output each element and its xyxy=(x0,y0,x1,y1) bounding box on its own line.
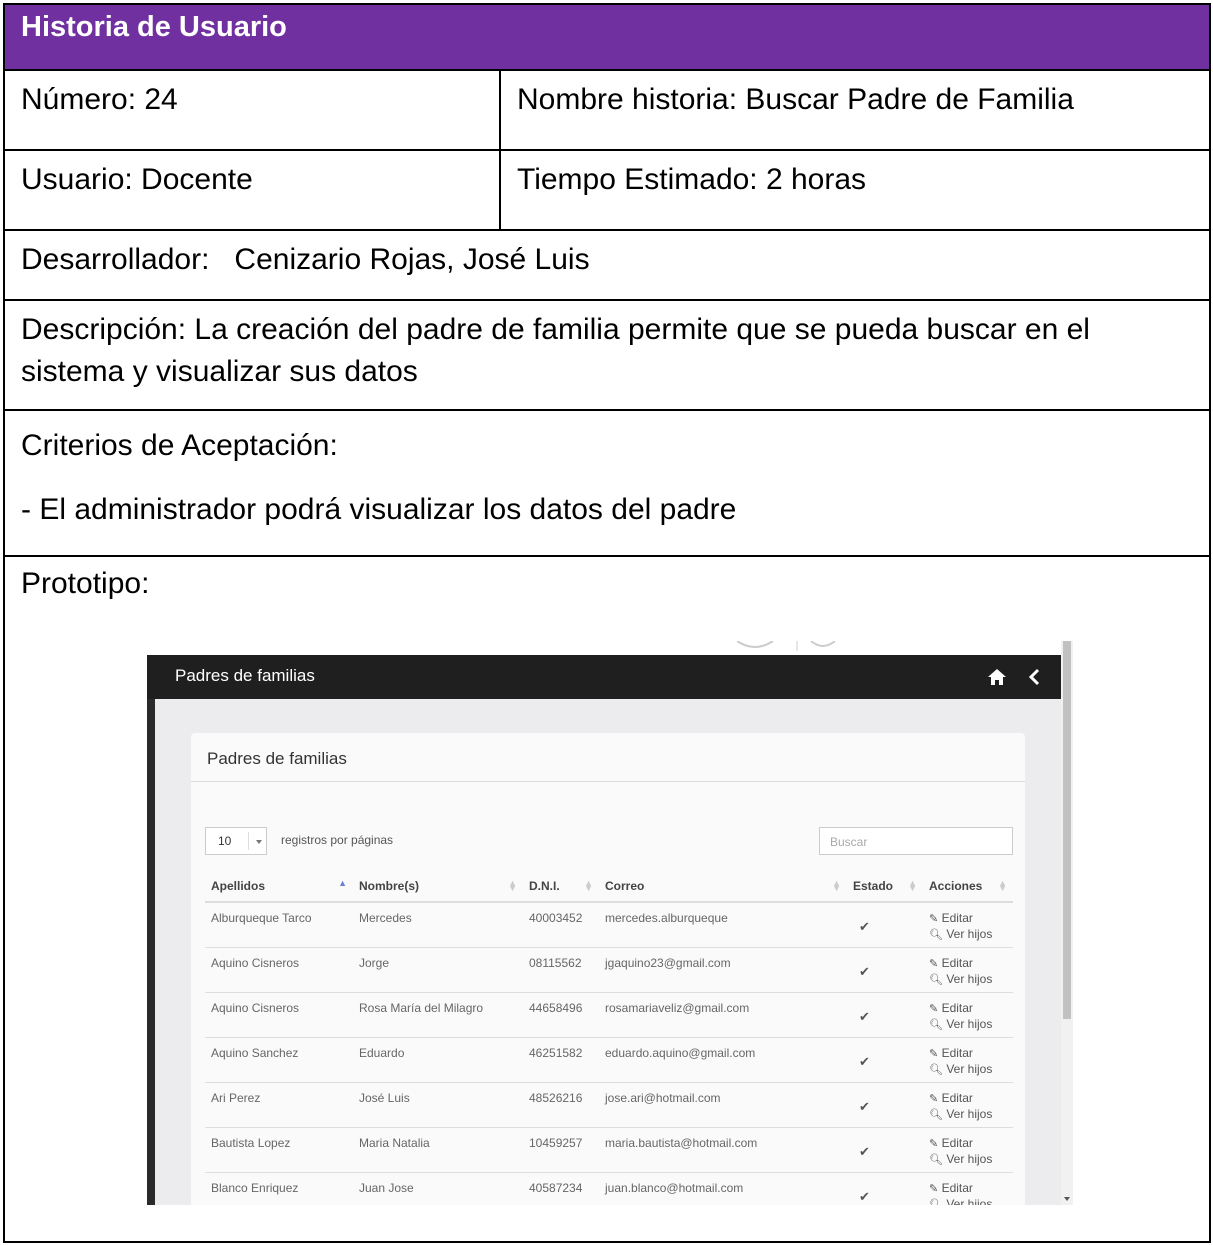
table-row: Ari Perez José Luis 48526216 jose.ari@ho… xyxy=(205,1082,1013,1128)
check-icon: ✔ xyxy=(859,919,870,934)
edit-link[interactable]: ✎ Editar xyxy=(929,911,1007,927)
story-user-row: Usuario: Docente Tiempo Estimado: 2 hora… xyxy=(5,151,1209,231)
story-title: Historia de Usuario xyxy=(21,11,287,43)
search-icon: 🔍︎ xyxy=(929,973,943,986)
view-children-link[interactable]: 🔍︎ Ver hijos xyxy=(929,1062,1007,1078)
story-number: Número: 24 xyxy=(21,83,178,116)
search-icon: 🔍︎ xyxy=(929,1153,943,1166)
sort-icon: ▲ ▼ xyxy=(998,878,1007,893)
column-header-estado[interactable]: Estado ▲ ▼ xyxy=(847,871,923,903)
sort-asc-icon: ▲ xyxy=(338,878,347,888)
decorative-circles-icon xyxy=(737,641,836,651)
table-row: Bautista Lopez Maria Natalia 10459257 ma… xyxy=(205,1127,1013,1173)
sort-icon: ▲ ▼ xyxy=(908,878,917,893)
check-icon: ✔ xyxy=(859,1143,870,1159)
sort-icon: ▲ ▼ xyxy=(508,878,517,893)
search-icon: 🔍︎ xyxy=(929,1108,943,1121)
search-icon: 🔍︎ xyxy=(929,1018,943,1031)
sort-icon: ▲ ▼ xyxy=(584,878,593,893)
table-row: Aquino Cisneros Rosa María del Milagro 4… xyxy=(205,992,1013,1038)
prototype-screenshot: Padres de familias Padres de familias 10 xyxy=(147,641,1073,1205)
criteria-label: Criterios de Aceptación: xyxy=(21,429,338,462)
column-header-acciones[interactable]: Acciones ▲ ▼ xyxy=(923,871,1013,903)
navbar-title[interactable]: Padres de familias xyxy=(175,666,315,686)
story-estimated-time: Tiempo Estimado: 2 horas xyxy=(517,163,867,196)
check-icon: ✔ xyxy=(859,1188,870,1204)
panel-title: Padres de familias xyxy=(207,749,347,768)
column-header-apellidos[interactable]: Apellidos ▲ xyxy=(205,871,353,903)
search-icon: 🔍︎ xyxy=(929,1063,943,1076)
page-length-label: registros por páginas xyxy=(281,833,394,847)
table-header-row: Apellidos ▲ Nombre(s) ▲ ▼ D.N.I. ▲ ▼ Correo ▲ ▼… xyxy=(205,871,1013,903)
criteria-item: - El administrador podrá visualizar los … xyxy=(21,493,737,526)
story-developer: Desarrollador: Cenizario Rojas, José Lui… xyxy=(21,243,590,276)
edit-link[interactable]: ✎ Editar xyxy=(929,1136,1007,1152)
pencil-icon: ✎ xyxy=(929,1047,939,1060)
edit-link[interactable]: ✎ Editar xyxy=(929,1046,1007,1062)
parents-panel: Padres de familias 10 registros por pági… xyxy=(191,733,1025,1205)
column-header-nombres[interactable]: Nombre(s) ▲ ▼ xyxy=(353,871,523,903)
story-developer-row: Desarrollador: Cenizario Rojas, José Lui… xyxy=(5,231,1209,301)
story-user: Usuario: Docente xyxy=(21,163,253,196)
main-content: Padres de familias 10 registros por pági… xyxy=(155,699,1061,1205)
story-criteria-row: Criterios de Aceptación: - El administra… xyxy=(5,411,1209,557)
story-prototype-row: Prototipo: Padres de familias Padres de … xyxy=(5,557,1209,1243)
pencil-icon: ✎ xyxy=(929,1137,939,1150)
view-children-link[interactable]: 🔍︎ Ver hijos xyxy=(929,1017,1007,1033)
check-icon: ✔ xyxy=(859,1098,870,1114)
check-icon: ✔ xyxy=(859,1053,870,1069)
scrollbar-thumb[interactable] xyxy=(1063,641,1071,1019)
pencil-icon: ✎ xyxy=(929,957,939,970)
sidebar-collapsed xyxy=(147,699,155,1205)
check-icon: ✔ xyxy=(859,963,870,979)
pencil-icon: ✎ xyxy=(929,1182,939,1195)
table-row: Alburqueque Tarco Mercedes 40003452 merc… xyxy=(205,902,1013,948)
table-row: Aquino Cisneros Jorge 08115562 jgaquino2… xyxy=(205,947,1013,993)
parents-table: Apellidos ▲ Nombre(s) ▲ ▼ D.N.I. ▲ ▼ Correo ▲ ▼… xyxy=(205,871,1013,1205)
panel-header: Padres de familias xyxy=(191,733,1025,782)
edit-link[interactable]: ✎ Editar xyxy=(929,1091,1007,1107)
view-children-link[interactable]: 🔍︎ Ver hijos xyxy=(929,1197,1007,1206)
table-row: Aquino Sanchez Eduardo 46251582 eduardo.… xyxy=(205,1037,1013,1083)
pencil-icon: ✎ xyxy=(929,1092,939,1105)
chevron-left-icon[interactable] xyxy=(1027,667,1043,687)
chevron-down-icon xyxy=(256,840,262,844)
view-children-link[interactable]: 🔍︎ Ver hijos xyxy=(929,1107,1007,1123)
search-input[interactable]: Buscar xyxy=(819,827,1013,855)
user-story-document: Historia de Usuario Número: 24 Nombre hi… xyxy=(3,3,1211,1243)
pencil-icon: ✎ xyxy=(929,1002,939,1015)
pencil-icon: ✎ xyxy=(929,913,939,925)
search-icon: 🔍︎ xyxy=(929,929,943,941)
page-length-select[interactable]: 10 xyxy=(205,827,267,855)
story-number-row: Número: 24 Nombre historia: Buscar Padre… xyxy=(5,71,1209,151)
table-row: Blanco Enriquez Juan Jose 40587234 juan.… xyxy=(205,1172,1013,1205)
search-icon: 🔍︎ xyxy=(929,1198,943,1206)
edit-link[interactable]: ✎ Editar xyxy=(929,1001,1007,1017)
view-children-link[interactable]: 🔍︎ Ver hijos xyxy=(929,927,1007,943)
column-header-correo[interactable]: Correo ▲ ▼ xyxy=(599,871,847,903)
view-children-link[interactable]: 🔍︎ Ver hijos xyxy=(929,1152,1007,1168)
scroll-down-icon[interactable] xyxy=(1064,1197,1070,1201)
home-icon[interactable] xyxy=(987,667,1007,687)
column-header-dni[interactable]: D.N.I. ▲ ▼ xyxy=(523,871,599,903)
story-description-row: Descripción: La creación del padre de fa… xyxy=(5,301,1209,411)
vertical-scrollbar[interactable] xyxy=(1061,641,1073,1205)
sort-icon: ▲ ▼ xyxy=(832,878,841,893)
edit-link[interactable]: ✎ Editar xyxy=(929,1181,1007,1197)
app-navbar: Padres de familias xyxy=(147,655,1061,703)
story-description: Descripción: La creación del padre de fa… xyxy=(21,313,1090,388)
view-children-link[interactable]: 🔍︎ Ver hijos xyxy=(929,972,1007,988)
page-length-value: 10 xyxy=(218,834,232,848)
check-icon: ✔ xyxy=(859,1008,870,1024)
story-name: Nombre historia: Buscar Padre de Familia xyxy=(517,83,1074,116)
story-title-row: Historia de Usuario xyxy=(5,5,1209,71)
edit-link[interactable]: ✎ Editar xyxy=(929,956,1007,972)
